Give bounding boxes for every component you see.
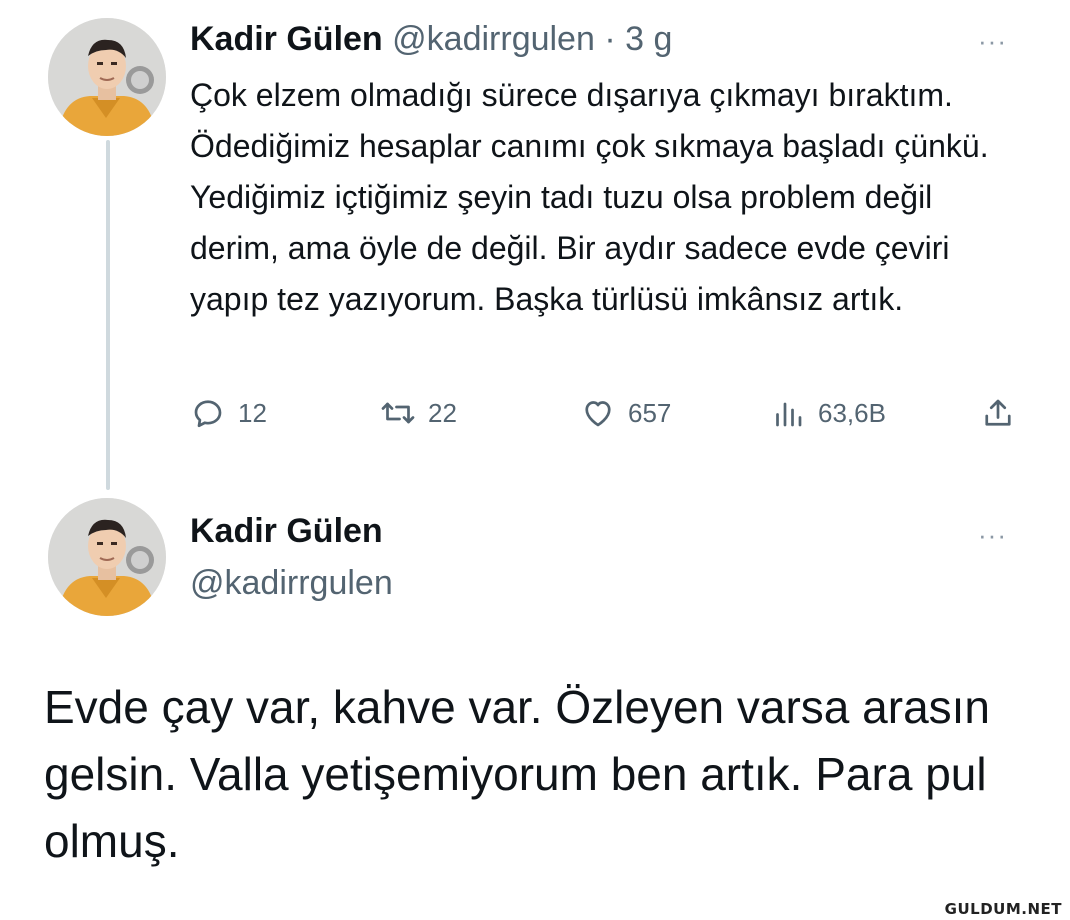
author-name[interactable]: Kadir Gülen xyxy=(190,512,383,551)
views-icon xyxy=(776,402,802,427)
views-count: 63,6B xyxy=(818,397,886,428)
author-name[interactable]: Kadir Gülen xyxy=(190,20,383,58)
header-separator: · xyxy=(604,20,616,58)
author-handle[interactable]: @kadirrgulen xyxy=(190,564,393,603)
tweet-timestamp[interactable]: 3 g xyxy=(625,20,672,58)
avatar[interactable] xyxy=(48,18,166,136)
thread-connector-line xyxy=(106,140,110,490)
retweet-button[interactable]: 22 xyxy=(380,388,457,438)
views-button[interactable]: 63,6B xyxy=(770,388,886,438)
like-button[interactable]: 657 xyxy=(580,388,671,438)
reply-button[interactable]: 12 xyxy=(190,388,267,438)
more-options-icon[interactable]: ··· xyxy=(978,522,1007,548)
watermark-logo: GULDUM.NET xyxy=(944,900,1062,918)
tweet2-text: Evde çay var, kahve var. Özleyen varsa a… xyxy=(44,681,991,867)
retweet-count: 22 xyxy=(428,397,457,428)
retweet-icon xyxy=(381,402,415,424)
avatar-image xyxy=(48,18,166,136)
share-button[interactable] xyxy=(980,388,1016,438)
avatar-image xyxy=(48,498,166,616)
avatar[interactable] xyxy=(48,498,166,616)
like-icon xyxy=(585,401,611,427)
tweet-actions-bar: 12 22 657 63,6B xyxy=(190,388,1020,438)
more-options-icon[interactable]: ··· xyxy=(978,28,1007,54)
tweet1-text: Çok elzem olmadığı sürece dışarıya çıkma… xyxy=(190,77,989,317)
reply-count: 12 xyxy=(238,397,267,428)
like-count: 657 xyxy=(628,397,672,428)
reply-icon xyxy=(194,400,222,428)
share-icon xyxy=(985,399,1011,426)
author-handle[interactable]: @kadirrgulen xyxy=(392,20,595,58)
tweet1-header: Kadir Gülen @kadirrgulen · 3 g xyxy=(190,20,672,59)
